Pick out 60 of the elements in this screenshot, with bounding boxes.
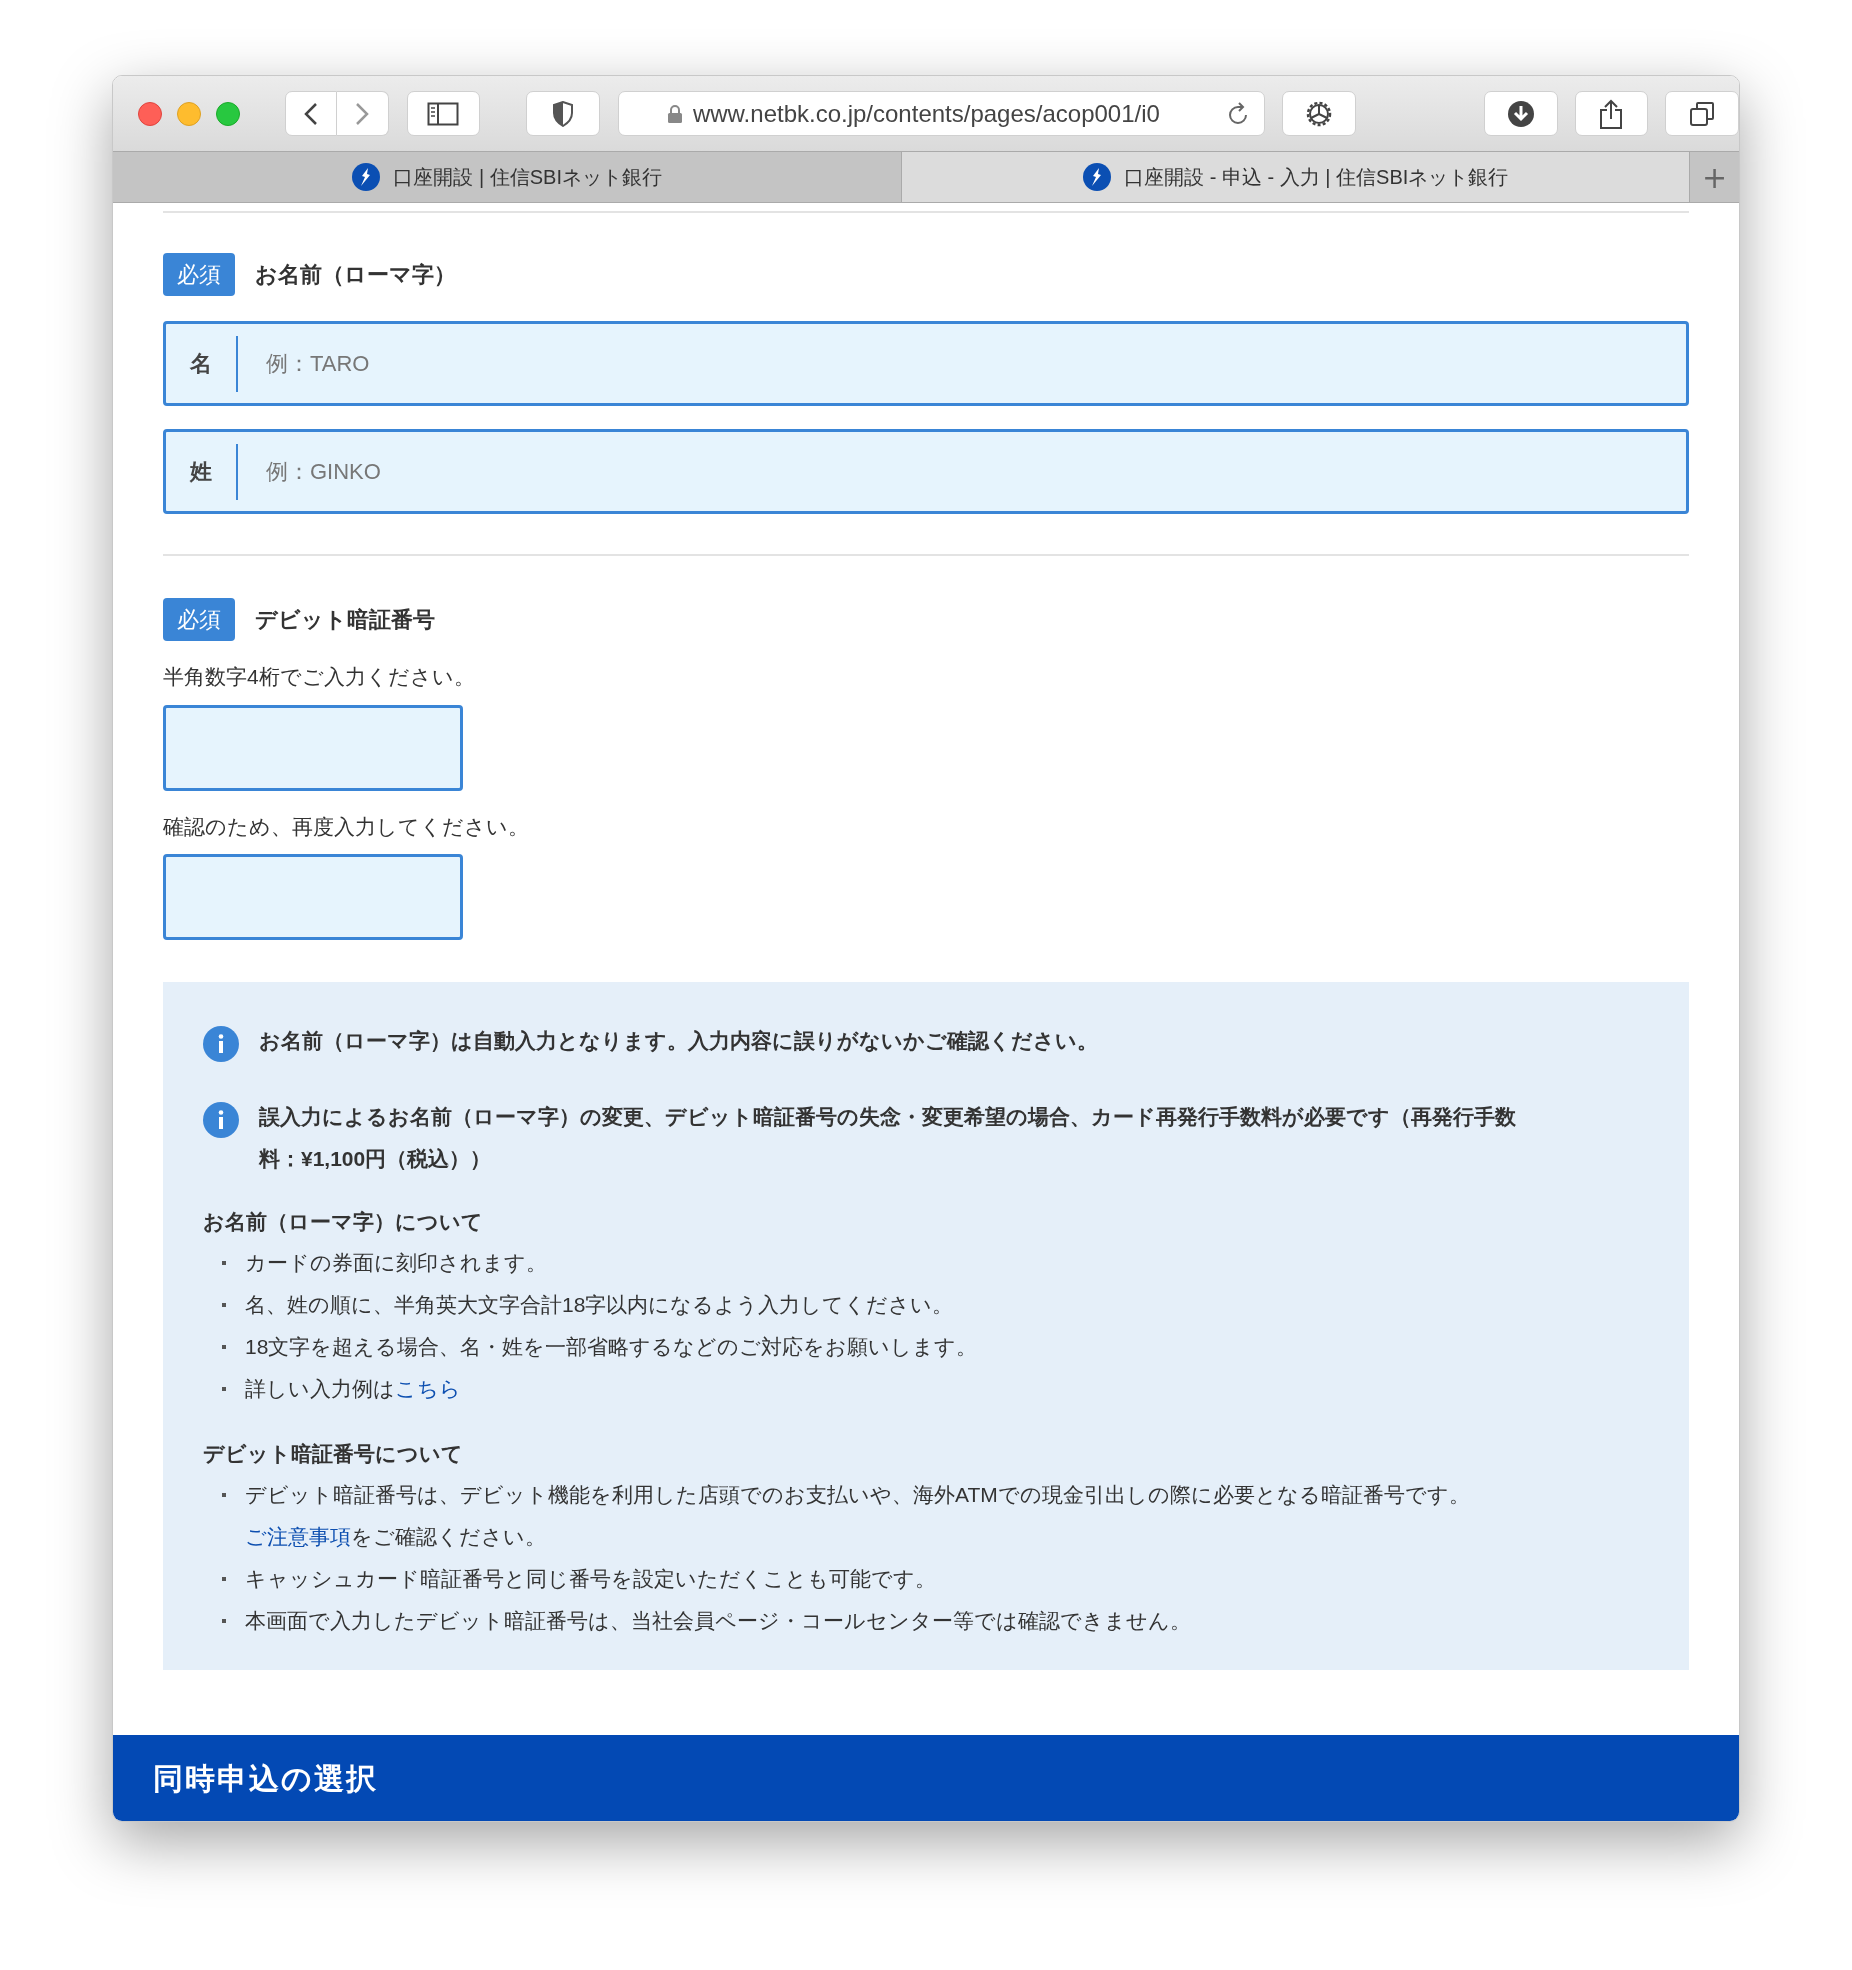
notice-text: 誤入力によるお名前（ローマ字）の変更、デビット暗証番号の失念・変更希望の場合、カード再発行手数料が必要です（再発行手数料：¥1,100円（税込）） bbox=[259, 1104, 1517, 1172]
bullet-icon bbox=[222, 1261, 226, 1265]
chevron-right-icon bbox=[355, 101, 370, 126]
notice-text: お名前（ローマ字）は自動入力となります。入力内容に誤りがないかご確認ください。 bbox=[259, 1028, 1098, 1055]
back-button[interactable] bbox=[285, 91, 337, 136]
url-text: www.netbk.co.jp/contents/pages/acop001/i0 bbox=[692, 98, 1160, 129]
share-icon bbox=[1599, 98, 1624, 129]
lock-icon bbox=[666, 103, 683, 124]
browser-tab[interactable]: 口座開設 - 申込 - 入力 | 住信SBIネット銀行 bbox=[900, 152, 1689, 202]
note-item: 18文字を超える場合、名・姓を一部省略するなどのご対応をお願いします。 bbox=[245, 1334, 978, 1360]
name-input-field[interactable]: 名 例：TARO bbox=[163, 321, 1689, 406]
text-link[interactable]: ご注意事項 bbox=[245, 1525, 351, 1548]
required-badge: 必須 bbox=[163, 598, 235, 641]
pin-input-field[interactable] bbox=[163, 704, 463, 791]
chevron-left-icon bbox=[303, 101, 318, 126]
text-input[interactable]: 例：GINKO bbox=[266, 441, 1686, 502]
note-item: 名、姓の順に、半角英大文字合計18字以内になるよう入力してください。 bbox=[245, 1292, 954, 1318]
tabs-icon bbox=[1689, 100, 1716, 127]
input-hint: 半角数字4桁でご入力ください。 bbox=[163, 664, 476, 690]
note-item: 詳しい入力例は こちら bbox=[245, 1376, 461, 1402]
share-button[interactable] bbox=[1574, 91, 1649, 136]
bullet-icon bbox=[222, 1303, 226, 1307]
site-logo-icon bbox=[351, 162, 382, 192]
sidebar-button[interactable] bbox=[406, 91, 481, 136]
download-icon bbox=[1506, 99, 1535, 128]
close-icon[interactable] bbox=[138, 101, 162, 126]
input-label: 姓 bbox=[189, 458, 213, 486]
bullet-icon bbox=[222, 1345, 226, 1349]
note-item: キャッシュカード暗証番号と同じ番号を設定いただくことも可能です。 bbox=[245, 1566, 936, 1592]
note-item: 本画面で入力したデビット暗証番号は、当社会員ページ・コールセンター等では確認できません。 bbox=[245, 1608, 1191, 1634]
settings-button[interactable] bbox=[1282, 91, 1356, 136]
section-title: 同時申込の選択 bbox=[153, 1760, 378, 1797]
bullet-icon bbox=[222, 1493, 226, 1497]
tabs-button[interactable] bbox=[1665, 91, 1739, 136]
privacy-button[interactable] bbox=[526, 91, 600, 136]
shield-icon bbox=[552, 100, 575, 127]
notes-heading: デビット暗証番号について bbox=[203, 1441, 464, 1467]
download-button[interactable] bbox=[1483, 91, 1558, 136]
field-label: お名前（ローマ字） bbox=[255, 261, 456, 289]
text-input[interactable]: 例：TARO bbox=[266, 333, 1686, 394]
input-hint: 確認のため、再度入力してください。 bbox=[163, 813, 530, 840]
info-icon bbox=[203, 1102, 239, 1138]
note-item: デビット暗証番号は、デビット機能を利用した店頭でのお支払いや、海外ATMでの現金引出しの際に必要となる暗証番号です。 ご注意事項をご確認ください。 bbox=[245, 1482, 1470, 1550]
pin-input-field[interactable] bbox=[163, 854, 463, 940]
text-link[interactable]: こちら bbox=[395, 1377, 461, 1400]
name-input-field[interactable]: 姓 例：GINKO bbox=[163, 429, 1689, 514]
site-logo-icon bbox=[1082, 162, 1113, 192]
notes-heading: お名前（ローマ字）について bbox=[203, 1209, 484, 1235]
bullet-icon bbox=[222, 1619, 226, 1623]
bullet-icon bbox=[222, 1577, 226, 1581]
info-icon bbox=[203, 1026, 239, 1062]
bullet-icon bbox=[222, 1387, 226, 1391]
sidebar-icon bbox=[427, 101, 460, 126]
input-label: 名 bbox=[189, 350, 213, 378]
address-bar[interactable]: www.netbk.co.jp/contents/pages/acop001/i0 bbox=[617, 91, 1266, 136]
note-item: カードの券面に刻印されます。 bbox=[245, 1250, 547, 1276]
tab-title: 口座開設 - 申込 - 入力 | 住信SBIネット銀行 bbox=[1124, 165, 1509, 190]
required-badge: 必須 bbox=[163, 253, 235, 296]
field-label: デビット暗証番号 bbox=[255, 606, 435, 634]
tab-title: 口座開設 | 住信SBIネット銀行 bbox=[393, 165, 662, 190]
